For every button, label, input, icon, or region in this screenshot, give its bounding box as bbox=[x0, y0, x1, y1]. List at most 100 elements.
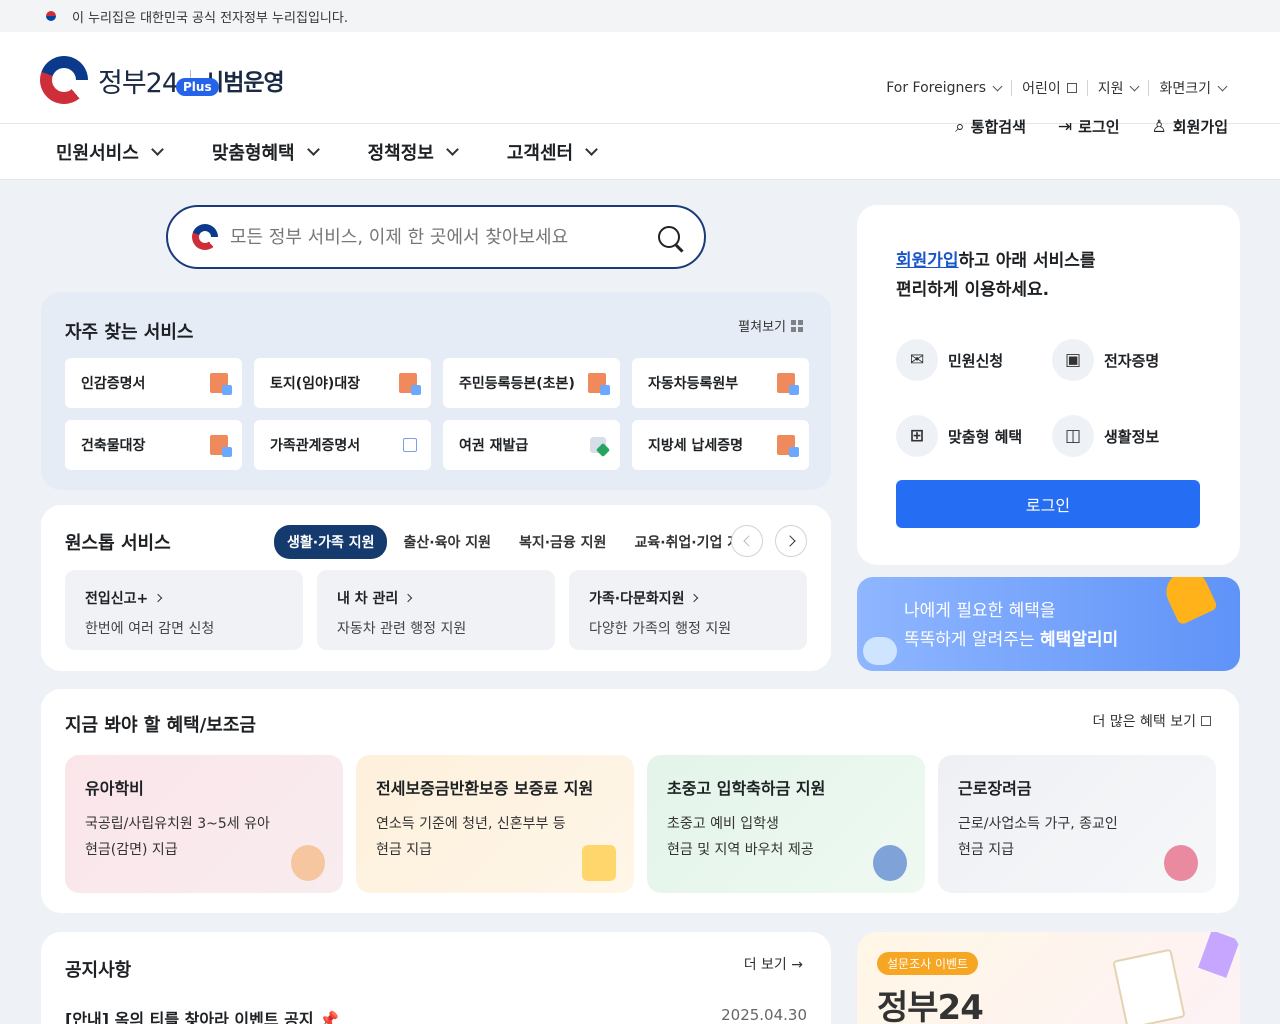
grid-icon bbox=[791, 319, 803, 332]
benefit-card-title: 전세보증금반환보증 보증료 지원 bbox=[376, 779, 594, 798]
nav-customer-center[interactable]: 고객센터 bbox=[507, 139, 598, 165]
onestop-card-title: 가족·다문화지원 bbox=[589, 591, 685, 607]
login-icon: ⇥ bbox=[1057, 116, 1073, 137]
service-building-register[interactable]: 건축물대장 bbox=[65, 420, 242, 470]
signup-link[interactable]: ♙ 회원가입 bbox=[1152, 116, 1228, 137]
document-icon bbox=[777, 435, 799, 457]
service-local-tax-certificate[interactable]: 지방세 납세증명 bbox=[632, 420, 809, 470]
benefit-card-title: 근로장려금 bbox=[958, 779, 1032, 798]
benefit-card-desc: 국공립/사립유치원 3~5세 유아 현금(감면) 지급 bbox=[85, 811, 323, 863]
service-label: 토지(임야)대장 bbox=[270, 376, 361, 392]
service-passport-reissue[interactable]: 여권 재발급 bbox=[443, 420, 620, 470]
benefit-cards: 유아학비 국공립/사립유치원 3~5세 유아 현금(감면) 지급 전세보증금반환보… bbox=[65, 755, 1229, 893]
chevron-right-icon bbox=[783, 535, 796, 547]
signup-link-label: 회원가입 bbox=[1172, 118, 1228, 136]
benefit-card-earned-income[interactable]: 근로장려금 근로/사업소득 가구, 종교인 현금 지급 bbox=[938, 755, 1216, 893]
site-logo[interactable]: 정부24 시범운영 bbox=[40, 56, 285, 104]
service-seal-certificate[interactable]: 인감증명서 bbox=[65, 358, 242, 408]
nav-label: 정책정보 bbox=[367, 142, 434, 164]
chevron-down-icon bbox=[306, 142, 320, 156]
tab-birth-childcare[interactable]: 출산·육아 지원 bbox=[403, 532, 490, 552]
alert-line2-pre: 똑똑하게 알려주는 bbox=[904, 630, 1040, 650]
nav-civil-service[interactable]: 민원서비스 bbox=[56, 139, 164, 165]
onestop-card-my-car[interactable]: 내 차 관리 자동차 관련 행정 지원 bbox=[317, 570, 555, 650]
more-benefits-link[interactable]: 더 많은 혜택 보기 bbox=[1092, 711, 1211, 731]
nav-policy-info[interactable]: 정책정보 bbox=[367, 139, 459, 165]
util-foreigners[interactable]: For Foreigners bbox=[876, 80, 1011, 96]
login-message: 회원가입하고 아래 서비스를 편리하게 이용하세요. bbox=[896, 247, 1096, 305]
benefit-alert-banner[interactable]: 나에게 필요한 혜택을 똑똑하게 알려주는 혜택알리미 bbox=[857, 577, 1240, 671]
benefits-title: 지금 봐야 할 혜택/보조금 bbox=[65, 715, 256, 736]
login-card: 회원가입하고 아래 서비스를 편리하게 이용하세요. ✉ 민원신청 ▣ 전자증명 ⊞… bbox=[857, 205, 1240, 565]
service-vehicle-register[interactable]: 자동차등록원부 bbox=[632, 358, 809, 408]
onestop-card-desc: 자동차 관련 행정 지원 bbox=[337, 621, 467, 637]
notice-row[interactable]: [안내] 옥의 티를 찾아라 이벤트 공지 📌 2025.04.30 bbox=[65, 1006, 807, 1024]
login-link[interactable]: ⇥ 로그인 bbox=[1058, 116, 1120, 137]
frequent-services-grid: 인감증명서 토지(임야)대장 주민등록등본(초본) 자동차등록원부 건축물대장 … bbox=[65, 358, 809, 470]
login-button[interactable]: 로그인 bbox=[896, 480, 1200, 528]
chevron-down-icon bbox=[585, 142, 598, 156]
header: 정부24 시범운영 Plus For Foreigners 어린이 지원 화면크… bbox=[0, 32, 1280, 137]
sparkle-icon bbox=[1198, 932, 1240, 978]
chevron-down-icon bbox=[150, 142, 164, 156]
document-icon bbox=[588, 373, 610, 395]
onestop-card-move-in[interactable]: 전입신고+ 한번에 여러 감면 신청 bbox=[65, 570, 303, 650]
service-label: 자동차등록원부 bbox=[648, 376, 739, 392]
benefit-card-school-entry[interactable]: 초중고 입학축하금 지원 초중고 예비 입학생 현금 및 지역 바우처 제공 bbox=[647, 755, 925, 893]
onestop-title: 원스톱 서비스 bbox=[65, 533, 171, 554]
service-label: 여권 재발급 bbox=[459, 438, 529, 454]
checklist-paper-icon bbox=[1112, 948, 1186, 1024]
service-label: 가족관계증명서 bbox=[270, 438, 361, 454]
document-icon bbox=[777, 373, 799, 395]
service-label: 주민등록등본(초본) bbox=[459, 376, 575, 392]
tab-life-family[interactable]: 생활·가족 지원 bbox=[274, 525, 388, 559]
util-foreigners-label: For Foreigners bbox=[886, 80, 987, 96]
gift-icon: ⊞ bbox=[896, 415, 938, 457]
onestop-cards: 전입신고+ 한번에 여러 감면 신청 내 차 관리 자동차 관련 행정 지원 가… bbox=[65, 570, 821, 650]
benefit-card-kindergarten[interactable]: 유아학비 국공립/사립유치원 3~5세 유아 현금(감면) 지급 bbox=[65, 755, 343, 893]
survey-event-banner[interactable]: 설문조사 이벤트 정부24 bbox=[857, 932, 1240, 1024]
notice-row-date: 2025.04.30 bbox=[721, 1006, 807, 1024]
nav-custom-benefits[interactable]: 맞춤형혜택 bbox=[212, 139, 320, 165]
money-bag-icon bbox=[1164, 845, 1198, 881]
onestop-card-family[interactable]: 가족·다문화지원 다양한 가족의 행정 지원 bbox=[569, 570, 807, 650]
expand-label: 펼쳐보기 bbox=[738, 320, 786, 335]
tab-welfare-finance[interactable]: 복지·금융 지원 bbox=[519, 532, 606, 552]
search-icon[interactable] bbox=[658, 226, 680, 248]
onestop-services-panel: 원스톱 서비스 생활·가족 지원 출산·육아 지원 복지·금융 지원 교육·취업… bbox=[41, 505, 831, 671]
onestop-card-title-row: 전입신고+ bbox=[85, 588, 283, 608]
service-label: 건축물대장 bbox=[81, 438, 146, 454]
benefit-card-desc-line1: 연소득 기준에 청년, 신혼부부 등 bbox=[376, 816, 566, 832]
search-input[interactable] bbox=[230, 226, 658, 248]
notice-row-title: [안내] 옥의 티를 찾아라 이벤트 공지 📌 bbox=[65, 1010, 340, 1024]
onestop-card-desc: 한번에 여러 감면 신청 bbox=[85, 621, 215, 637]
quick-civil-apply[interactable]: ✉ 민원신청 bbox=[896, 339, 1003, 381]
quick-custom-benefits[interactable]: ⊞ 맞춤형 혜택 bbox=[896, 415, 1022, 457]
integrated-search-button[interactable]: ⌕ 통합검색 bbox=[955, 116, 1026, 137]
nav-label: 민원서비스 bbox=[56, 142, 139, 164]
frequent-services-panel: 자주 찾는 서비스 펼쳐보기 인감증명서 토지(임야)대장 주민등록등본(초본)… bbox=[41, 292, 831, 490]
util-support-label: 지원 bbox=[1097, 81, 1124, 97]
util-screen-size[interactable]: 화면크기 bbox=[1148, 80, 1236, 97]
service-resident-register[interactable]: 주민등록등본(초본) bbox=[443, 358, 620, 408]
discount-tag-icon bbox=[582, 845, 616, 881]
notice-more-link[interactable]: 더 보기 → bbox=[744, 954, 803, 974]
quick-life-info[interactable]: ◫ 생활정보 bbox=[1052, 415, 1159, 457]
service-family-certificate[interactable]: 가족관계증명서 bbox=[254, 420, 431, 470]
util-support[interactable]: 지원 bbox=[1086, 80, 1149, 97]
plus-badge: Plus bbox=[176, 78, 219, 96]
tabs-prev-button[interactable] bbox=[731, 525, 763, 557]
onestop-card-title-row: 가족·다문화지원 bbox=[589, 588, 787, 608]
service-land-register[interactable]: 토지(임야)대장 bbox=[254, 358, 431, 408]
onestop-card-title: 전입신고+ bbox=[85, 591, 149, 607]
util-kids[interactable]: 어린이 bbox=[1011, 80, 1087, 97]
chevron-down-icon bbox=[992, 81, 1003, 91]
service-label: 인감증명서 bbox=[81, 376, 146, 392]
signup-inline-link[interactable]: 회원가입 bbox=[896, 251, 959, 271]
tabs-next-button[interactable] bbox=[775, 525, 807, 557]
benefit-card-desc-line2: 현금 지급 bbox=[958, 842, 1014, 858]
benefit-card-jeonse-guarantee[interactable]: 전세보증금반환보증 보증료 지원 연소득 기준에 청년, 신혼부부 등 현금 지급 bbox=[356, 755, 634, 893]
quick-e-certificate[interactable]: ▣ 전자증명 bbox=[1052, 339, 1159, 381]
expand-button[interactable]: 펼쳐보기 bbox=[738, 316, 803, 335]
quick-label: 생활정보 bbox=[1104, 427, 1160, 446]
